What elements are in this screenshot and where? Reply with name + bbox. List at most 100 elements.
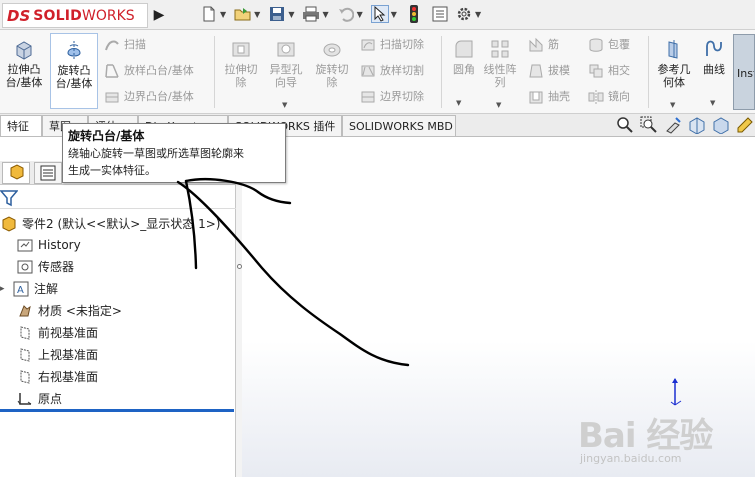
tree-item-front-plane[interactable]: 前视基准面 <box>16 322 98 343</box>
rib-icon <box>528 37 544 53</box>
lofted-cut-button[interactable]: 放样切割 <box>360 60 424 82</box>
shell-icon <box>528 89 544 105</box>
tree-item-sensors[interactable]: 传感器 <box>16 256 74 277</box>
wrap-label: 包覆 <box>608 38 630 51</box>
boundary-boss-button[interactable]: 边界凸台/基体 <box>104 86 194 108</box>
linear-pattern-button[interactable]: 线性阵 列 ▼ <box>476 33 524 109</box>
select-dropdown-icon[interactable]: ▼ <box>391 10 397 19</box>
expand-arrow-icon[interactable]: ▸ <box>0 284 12 294</box>
swept-cut-button[interactable]: 扫描切除 <box>360 34 424 56</box>
featuremanager-tab[interactable] <box>2 162 30 184</box>
tab-features-label: 特征 <box>7 120 29 133</box>
options-gear-icon[interactable] <box>455 5 473 23</box>
reference-geometry-dropdown-icon[interactable]: ▼ <box>670 99 675 112</box>
save-dropdown-icon[interactable]: ▼ <box>288 10 294 19</box>
command-tooltip: 旋转凸台/基体 绕轴心旋转一草图或所选草图轮廓来 生成一实体特征。 <box>62 123 286 183</box>
menu-expand-arrow-icon[interactable]: ▶ <box>152 5 166 25</box>
tree-item-material[interactable]: 材质 <未指定> <box>16 300 122 321</box>
watermark-sub: jingyan.baidu.com <box>580 452 682 465</box>
lofted-cut-label: 放样切割 <box>380 64 424 77</box>
propertymanager-tab[interactable] <box>34 162 62 184</box>
extrude-cut-button[interactable]: 拉伸切 除 <box>217 33 265 109</box>
tree-root-part[interactable]: 零件2 (默认<<默认>_显示状态 1>) <box>0 213 220 234</box>
material-icon <box>16 302 34 320</box>
rib-button[interactable]: 筋 <box>528 34 559 56</box>
instant3d-button[interactable]: Inst <box>733 34 755 110</box>
draft-button[interactable]: 拔模 <box>528 60 570 82</box>
reference-geometry-button[interactable]: 参考几 何体 ▼ <box>650 33 698 109</box>
extrude-cut-label: 拉伸切 除 <box>224 63 258 89</box>
tree-item-top-plane[interactable]: 上视基准面 <box>16 344 98 365</box>
tab-features[interactable]: 特征 <box>0 115 42 136</box>
tree-item-annotations[interactable]: ▸ A 注解 <box>0 278 58 299</box>
options-dropdown-icon[interactable]: ▼ <box>475 10 481 19</box>
fillet-dropdown-icon[interactable]: ▼ <box>456 97 461 110</box>
file-properties-icon[interactable] <box>431 5 449 23</box>
curves-button[interactable]: 曲线 ▼ <box>694 33 734 109</box>
tree-item-history[interactable]: History <box>16 234 81 255</box>
boundary-cut-label: 边界切除 <box>380 90 424 103</box>
curves-dropdown-icon[interactable]: ▼ <box>710 97 715 110</box>
previous-view-icon[interactable] <box>664 116 682 134</box>
open-folder-icon[interactable] <box>234 5 252 23</box>
filter-icon[interactable] <box>0 189 18 207</box>
part-icon <box>0 215 18 233</box>
curves-label: 曲线 <box>703 63 725 76</box>
section-view-icon[interactable] <box>688 116 706 135</box>
undo-dropdown-icon[interactable]: ▼ <box>357 10 363 19</box>
open-dropdown-icon[interactable]: ▼ <box>254 10 260 19</box>
solidworks-logo[interactable]: DS SOLID WORKS <box>2 3 148 28</box>
loft-button[interactable]: 放样凸台/基体 <box>104 60 194 82</box>
intersect-icon <box>588 63 604 79</box>
new-dropdown-icon[interactable]: ▼ <box>220 10 226 19</box>
draft-label: 拔模 <box>548 64 570 77</box>
plane-icon <box>16 346 34 364</box>
rollback-bar[interactable] <box>0 409 234 412</box>
hole-wizard-dropdown-icon[interactable]: ▼ <box>282 99 287 112</box>
boundary-cut-button[interactable]: 边界切除 <box>360 86 424 108</box>
logo-works: WORKS <box>82 7 135 24</box>
annotations-icon: A <box>12 280 30 298</box>
tree-item-label: 前视基准面 <box>38 326 99 340</box>
title-bar: DS SOLID WORKS ▶ ▼ ▼ ▼ ▼ ▼ ▼ ▼ <box>0 0 755 30</box>
zoom-to-area-icon[interactable] <box>640 116 658 134</box>
hole-wizard-label: 异型孔 向导 <box>269 63 303 89</box>
extrude-cut-icon <box>232 42 250 57</box>
print-dropdown-icon[interactable]: ▼ <box>322 10 328 19</box>
loft-label: 放样凸台/基体 <box>124 64 194 77</box>
extrude-boss-button[interactable]: 拉伸凸 台/基体 <box>0 33 48 109</box>
tree-root-label: 零件2 (默认<<默认>_显示状态 1>) <box>22 217 221 231</box>
mirror-label: 镜向 <box>608 90 630 103</box>
select-pointer-icon[interactable] <box>370 5 389 23</box>
zoom-to-fit-icon[interactable] <box>616 116 634 134</box>
curves-icon <box>706 40 722 56</box>
tree-item-label: 右视基准面 <box>38 370 99 384</box>
plane-icon <box>16 324 34 342</box>
shell-label: 抽壳 <box>548 90 570 103</box>
tree-item-label: History <box>38 237 81 252</box>
traffic-light-icon[interactable] <box>405 5 423 23</box>
sweep-button[interactable]: 扫描 <box>104 34 146 56</box>
revolve-cut-button[interactable]: 旋转切 除 <box>308 33 356 109</box>
shell-button[interactable]: 抽壳 <box>528 86 570 108</box>
linear-pattern-dropdown-icon[interactable]: ▼ <box>496 99 501 112</box>
view-orientation-icon[interactable] <box>712 116 730 135</box>
tab-solidworks-mbd[interactable]: SOLIDWORKS MBD <box>342 115 456 136</box>
new-document-icon[interactable] <box>200 5 218 23</box>
wrap-button[interactable]: 包覆 <box>588 34 630 56</box>
tree-item-right-plane[interactable]: 右视基准面 <box>16 366 98 387</box>
tree-item-label: 传感器 <box>38 260 75 274</box>
save-icon[interactable] <box>268 5 286 23</box>
undo-icon[interactable] <box>337 5 355 23</box>
mirror-icon <box>588 89 604 105</box>
intersect-button[interactable]: 相交 <box>588 60 630 82</box>
command-manager-ribbon: 拉伸凸 台/基体 旋转凸 台/基体 扫描 放样凸台/基体 边界凸台/基体 拉伸切… <box>0 30 755 114</box>
display-style-icon[interactable] <box>736 116 754 134</box>
linear-pattern-label: 线性阵 列 <box>483 63 517 89</box>
logo-solid: SOLID <box>33 7 83 24</box>
revolve-boss-button[interactable]: 旋转凸 台/基体 <box>50 33 98 109</box>
mirror-button[interactable]: 镜向 <box>588 86 630 108</box>
tree-item-origin[interactable]: 原点 <box>16 388 62 409</box>
print-icon[interactable] <box>302 5 320 23</box>
hole-wizard-button[interactable]: 异型孔 向导 ▼ <box>262 33 310 109</box>
